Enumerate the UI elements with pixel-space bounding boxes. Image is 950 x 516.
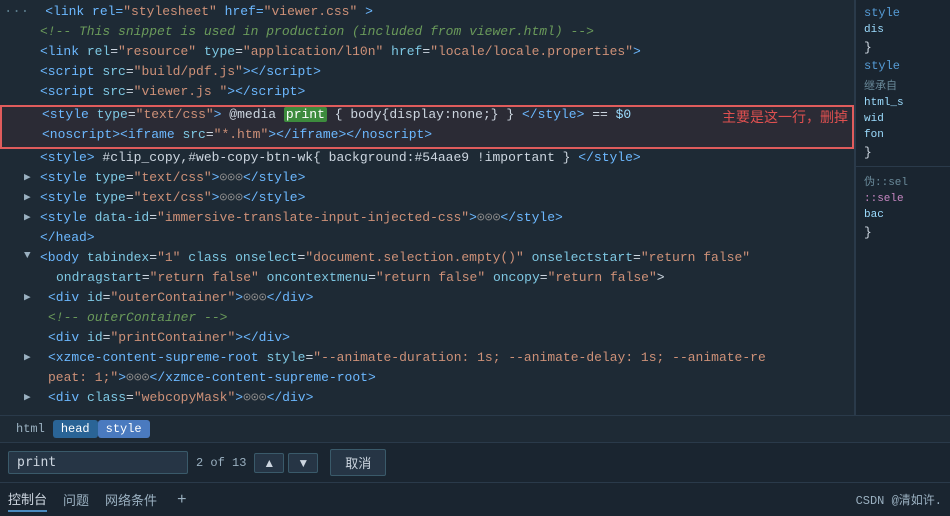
right-divider <box>856 166 950 167</box>
right-html-label: html_s <box>856 95 950 111</box>
code-line: ondragstart="return false" oncontextmenu… <box>0 270 854 290</box>
search-down-button[interactable]: ▼ <box>288 453 318 473</box>
right-fon-label: fon <box>856 127 950 143</box>
breadcrumb-bar: html head style <box>0 415 950 442</box>
line-expand[interactable]: ▶ <box>24 350 40 364</box>
editor-container: ··· <link rel="stylesheet" href="viewer.… <box>0 0 950 415</box>
line-content: <!-- outerContainer --> <box>40 310 850 325</box>
code-line: </head> <box>0 230 854 250</box>
line-expand[interactable]: ▶ <box>24 210 40 224</box>
code-line: ▶ <div id="outerContainer">⊙⊙⊙</div> <box>0 290 854 310</box>
tab-add-button[interactable]: + <box>173 491 191 509</box>
code-line: ▶ <style type="text/css">⊙⊙⊙</style> <box>0 170 854 190</box>
right-style-label: style <box>856 4 950 22</box>
right-panel: style dis } style 继承自 html_s wid fon } 伪… <box>855 0 950 415</box>
line-content: ondragstart="return false" oncontextmenu… <box>40 270 850 285</box>
right-style-label2: style <box>856 57 950 75</box>
right-brace1: } <box>856 38 950 57</box>
line-ellipsis[interactable]: ··· <box>4 4 29 20</box>
right-brace2: } <box>856 143 950 162</box>
code-line: ▶ <div class="webcopyMask">⊙⊙⊙</div> <box>0 390 854 410</box>
right-dis-label: dis <box>856 22 950 38</box>
breadcrumb-style[interactable]: style <box>98 420 150 438</box>
code-line: ▶ <style data-id="immersive-translate-in… <box>0 210 854 230</box>
right-brace3: } <box>856 223 950 242</box>
search-nav: ▲ ▼ <box>254 453 318 473</box>
line-expand[interactable]: ▶ <box>24 190 40 204</box>
code-line: peat: 1;">⊙⊙⊙</xzmce-content-supreme-roo… <box>0 370 854 390</box>
line-expand[interactable]: ▶ <box>24 290 40 304</box>
line-expand[interactable]: ▶ <box>24 390 40 404</box>
line-content: <body tabindex="1" class onselect="docum… <box>40 250 850 265</box>
code-line-highlighted2: <noscript><iframe src="*.htm"></iframe><… <box>2 127 852 147</box>
line-content: <script src="build/pdf.js"></script> <box>40 64 850 79</box>
line-content: <style data-id="immersive-translate-inpu… <box>40 210 850 225</box>
line-content: <div id="outerContainer">⊙⊙⊙</div> <box>40 290 850 305</box>
breadcrumb-html[interactable]: html <box>8 420 53 438</box>
search-bar: 2 of 13 ▲ ▼ 取消 <box>0 442 950 482</box>
right-pseudo-label: 伪::sel <box>856 171 950 191</box>
line-content: <!-- This snippet is used in production … <box>40 24 850 39</box>
line-expand[interactable]: ▶ <box>24 170 40 184</box>
code-line: <!-- outerContainer --> <box>0 310 854 330</box>
code-lines: ··· <link rel="stylesheet" href="viewer.… <box>0 0 854 414</box>
right-wid-label: wid <box>856 111 950 127</box>
code-line: <style> #clip_copy,#web-copy-btn-wk{ bac… <box>0 150 854 170</box>
line-expand[interactable]: ▼ <box>24 250 40 262</box>
code-line-highlighted: <style type="text/css"> @media print { b… <box>2 107 852 127</box>
tab-network[interactable]: 网络条件 <box>105 488 157 511</box>
search-input[interactable] <box>8 451 188 474</box>
code-line: <script src="build/pdf.js"></script> <box>0 64 854 84</box>
right-pseudo-selector: ::sele <box>856 191 950 207</box>
line-content: <div class="webcopyMask">⊙⊙⊙</div> <box>40 390 850 405</box>
code-line: <div id="printContainer"></div> <box>0 330 854 350</box>
code-line: <!-- This snippet is used in production … <box>0 24 854 44</box>
line-content: <style type="text/css">⊙⊙⊙</style> <box>40 170 850 185</box>
code-panel: ··· <link rel="stylesheet" href="viewer.… <box>0 0 855 415</box>
search-up-button[interactable]: ▲ <box>254 453 284 473</box>
line-content: <xzmce-content-supreme-root style="--ani… <box>40 350 850 365</box>
bottom-right-label: CSDN @清如许. <box>856 491 942 508</box>
search-cancel-button[interactable]: 取消 <box>330 449 386 476</box>
code-line: <script src="viewer.js "></script> <box>0 84 854 104</box>
tab-bar: 控制台 问题 网络条件 + CSDN @清如许. <box>0 482 950 516</box>
line-content: peat: 1;">⊙⊙⊙</xzmce-content-supreme-roo… <box>40 370 850 385</box>
line-content: </head> <box>40 230 850 245</box>
code-line: <link rel="resource" type="application/l… <box>0 44 854 64</box>
tab-issues[interactable]: 问题 <box>63 488 89 511</box>
highlighted-block: <style type="text/css"> @media print { b… <box>0 105 854 149</box>
right-inherit-label: 继承自 <box>856 75 950 95</box>
line-content: <link rel="stylesheet" href="viewer.css"… <box>45 4 850 19</box>
code-line: ▼ <body tabindex="1" class onselect="doc… <box>0 250 854 270</box>
right-bac-label: bac <box>856 207 950 223</box>
line-content: <div id="printContainer"></div> <box>40 330 850 345</box>
line-content: <style> #clip_copy,#web-copy-btn-wk{ bac… <box>40 150 850 165</box>
line-content: <noscript><iframe src="*.htm"></iframe><… <box>42 127 848 142</box>
tab-console[interactable]: 控制台 <box>8 487 47 512</box>
line-content: <link rel="resource" type="application/l… <box>40 44 850 59</box>
annotation-text: 主要是这一行，删掉 <box>722 107 848 127</box>
line-content: <script src="viewer.js "></script> <box>40 84 850 99</box>
code-line: ▶ <style type="text/css">⊙⊙⊙</style> <box>0 190 854 210</box>
line-content: <style type="text/css">⊙⊙⊙</style> <box>40 190 850 205</box>
search-count: 2 of 13 <box>196 456 246 470</box>
code-line: ▶ <xzmce-content-supreme-root style="--a… <box>0 350 854 370</box>
code-line: ··· <link rel="stylesheet" href="viewer.… <box>0 4 854 24</box>
breadcrumb-head[interactable]: head <box>53 420 98 438</box>
